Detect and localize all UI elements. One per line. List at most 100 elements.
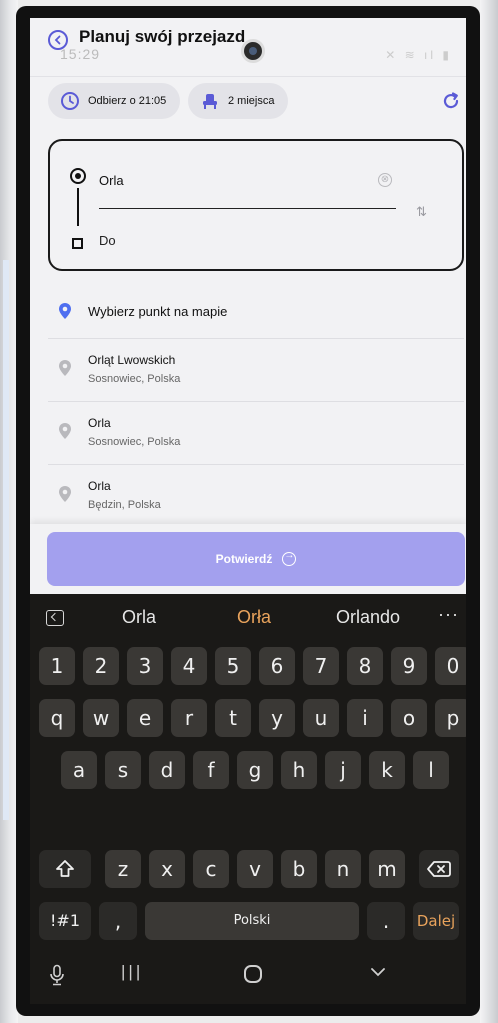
phone-frame: Planuj swój przejazd 15:29 ✕ ≋ ıl ▮ Odbi… xyxy=(16,6,480,1016)
key-2[interactable]: 2 xyxy=(83,647,119,685)
key-6[interactable]: 6 xyxy=(259,647,295,685)
key-o[interactable]: o xyxy=(391,699,427,737)
pickup-time-chip[interactable]: Odbierz o 21:05 xyxy=(48,83,180,119)
key-q[interactable]: q xyxy=(39,699,75,737)
route-connector-line xyxy=(77,188,79,226)
key-9[interactable]: 9 xyxy=(391,647,427,685)
confirm-footer: Potwierdź xyxy=(30,524,466,594)
soft-keyboard: Orla Orła Orlando ··· 1234567890 qwertyui… xyxy=(30,594,466,1004)
clock-icon xyxy=(60,91,80,111)
microphone-icon[interactable] xyxy=(48,964,66,986)
seats-label: 2 miejsca xyxy=(228,95,275,107)
seat-icon xyxy=(200,91,220,111)
suggestion-subtitle: Sosnowiec, Polska xyxy=(88,373,181,385)
key-x[interactable]: x xyxy=(149,850,185,888)
suggestion-name: Orląt Lwowskich xyxy=(88,353,176,367)
background-strip xyxy=(3,260,9,820)
key-g[interactable]: g xyxy=(237,751,273,789)
key-d[interactable]: d xyxy=(149,751,185,789)
backspace-icon xyxy=(427,861,451,877)
home-icon[interactable] xyxy=(244,965,262,983)
space-key[interactable]: Polski xyxy=(145,902,359,940)
symbols-key[interactable]: !#1 xyxy=(39,902,91,940)
key-5[interactable]: 5 xyxy=(215,647,251,685)
keyboard-suggestion[interactable]: Orla xyxy=(122,607,156,628)
key-n[interactable]: n xyxy=(325,850,361,888)
suggestion-item[interactable]: Orląt Lwowskich Sosnowiec, Polska xyxy=(48,339,464,402)
suggestion-name: Orla xyxy=(88,416,111,430)
seats-chip[interactable]: 2 miejsca xyxy=(188,83,288,119)
more-icon[interactable]: ··· xyxy=(438,604,459,625)
location-pin-icon xyxy=(59,360,71,376)
enter-key[interactable]: Dalej xyxy=(413,902,459,940)
recent-apps-icon[interactable]: ||| xyxy=(121,962,143,982)
key-y[interactable]: y xyxy=(259,699,295,737)
origin-input[interactable]: Orla xyxy=(99,173,124,188)
suggestion-item[interactable]: Orla Będzin, Polska xyxy=(48,465,464,527)
route-input-box xyxy=(48,139,464,271)
key-c[interactable]: c xyxy=(193,850,229,888)
suggestion-item[interactable]: Orla Sosnowiec, Polska xyxy=(48,402,464,465)
clear-icon[interactable]: ⊗ xyxy=(378,173,392,187)
key-m[interactable]: m xyxy=(369,850,405,888)
shift-icon xyxy=(56,860,74,877)
arrow-circle-icon xyxy=(282,550,297,566)
key-k[interactable]: k xyxy=(369,751,405,789)
origin-marker-icon xyxy=(70,168,86,184)
key-v[interactable]: v xyxy=(237,850,273,888)
keyboard-suggestion-bar: Orla Orła Orlando ··· xyxy=(30,594,466,642)
key-p[interactable]: p xyxy=(435,699,466,737)
destination-input[interactable]: Do xyxy=(99,233,116,248)
key-7[interactable]: 7 xyxy=(303,647,339,685)
key-b[interactable]: b xyxy=(281,850,317,888)
system-nav-bar: ||| xyxy=(30,946,466,1004)
origin-input-underline xyxy=(99,208,396,209)
key-4[interactable]: 4 xyxy=(171,647,207,685)
status-icons: ✕ ≋ ıl ▮ xyxy=(385,48,452,62)
backspace-key[interactable] xyxy=(419,850,459,888)
pick-on-map-item[interactable]: Wybierz punkt na mapie xyxy=(48,290,464,339)
key-r[interactable]: r xyxy=(171,699,207,737)
chevron-left-icon xyxy=(54,35,61,45)
keyboard-collapse-icon[interactable] xyxy=(46,610,64,626)
key-w[interactable]: w xyxy=(83,699,119,737)
front-camera xyxy=(244,42,262,60)
key-f[interactable]: f xyxy=(193,751,229,789)
pickup-time-label: Odbierz o 21:05 xyxy=(88,95,167,107)
destination-marker-icon xyxy=(72,238,83,249)
key-l[interactable]: l xyxy=(413,751,449,789)
key-t[interactable]: t xyxy=(215,699,251,737)
background-right-edge xyxy=(480,0,498,1023)
key-s[interactable]: s xyxy=(105,751,141,789)
refresh-button[interactable] xyxy=(440,90,462,112)
swap-icon[interactable]: ⇅ xyxy=(416,204,427,220)
keyboard-suggestion[interactable]: Orlando xyxy=(336,607,400,628)
location-pin-icon xyxy=(59,303,71,319)
confirm-label: Potwierdź xyxy=(215,552,273,566)
key-0[interactable]: 0 xyxy=(435,647,466,685)
app-header: Planuj swój przejazd 15:29 ✕ ≋ ıl ▮ xyxy=(30,18,466,77)
period-key[interactable]: . xyxy=(367,902,405,940)
key-8[interactable]: 8 xyxy=(347,647,383,685)
status-time: 15:29 xyxy=(60,46,101,62)
key-j[interactable]: j xyxy=(325,751,361,789)
trip-planner-screen: Planuj swój przejazd 15:29 ✕ ≋ ıl ▮ Odbi… xyxy=(30,18,466,594)
shift-key[interactable] xyxy=(39,850,91,888)
key-e[interactable]: e xyxy=(127,699,163,737)
key-a[interactable]: a xyxy=(61,751,97,789)
refresh-icon xyxy=(443,92,459,109)
keyboard-suggestion-primary[interactable]: Orła xyxy=(237,607,271,628)
key-z[interactable]: z xyxy=(105,850,141,888)
confirm-button[interactable]: Potwierdź xyxy=(47,532,465,586)
key-1[interactable]: 1 xyxy=(39,647,75,685)
phone-screen: Planuj swój przejazd 15:29 ✕ ≋ ıl ▮ Odbi… xyxy=(30,18,466,1004)
key-i[interactable]: i xyxy=(347,699,383,737)
chevron-down-icon[interactable] xyxy=(370,964,386,980)
key-3[interactable]: 3 xyxy=(127,647,163,685)
comma-key[interactable]: , xyxy=(99,902,137,940)
location-pin-icon xyxy=(59,423,71,439)
key-h[interactable]: h xyxy=(281,751,317,789)
suggestion-subtitle: Będzin, Polska xyxy=(88,499,161,511)
key-u[interactable]: u xyxy=(303,699,339,737)
location-pin-icon xyxy=(59,486,71,502)
